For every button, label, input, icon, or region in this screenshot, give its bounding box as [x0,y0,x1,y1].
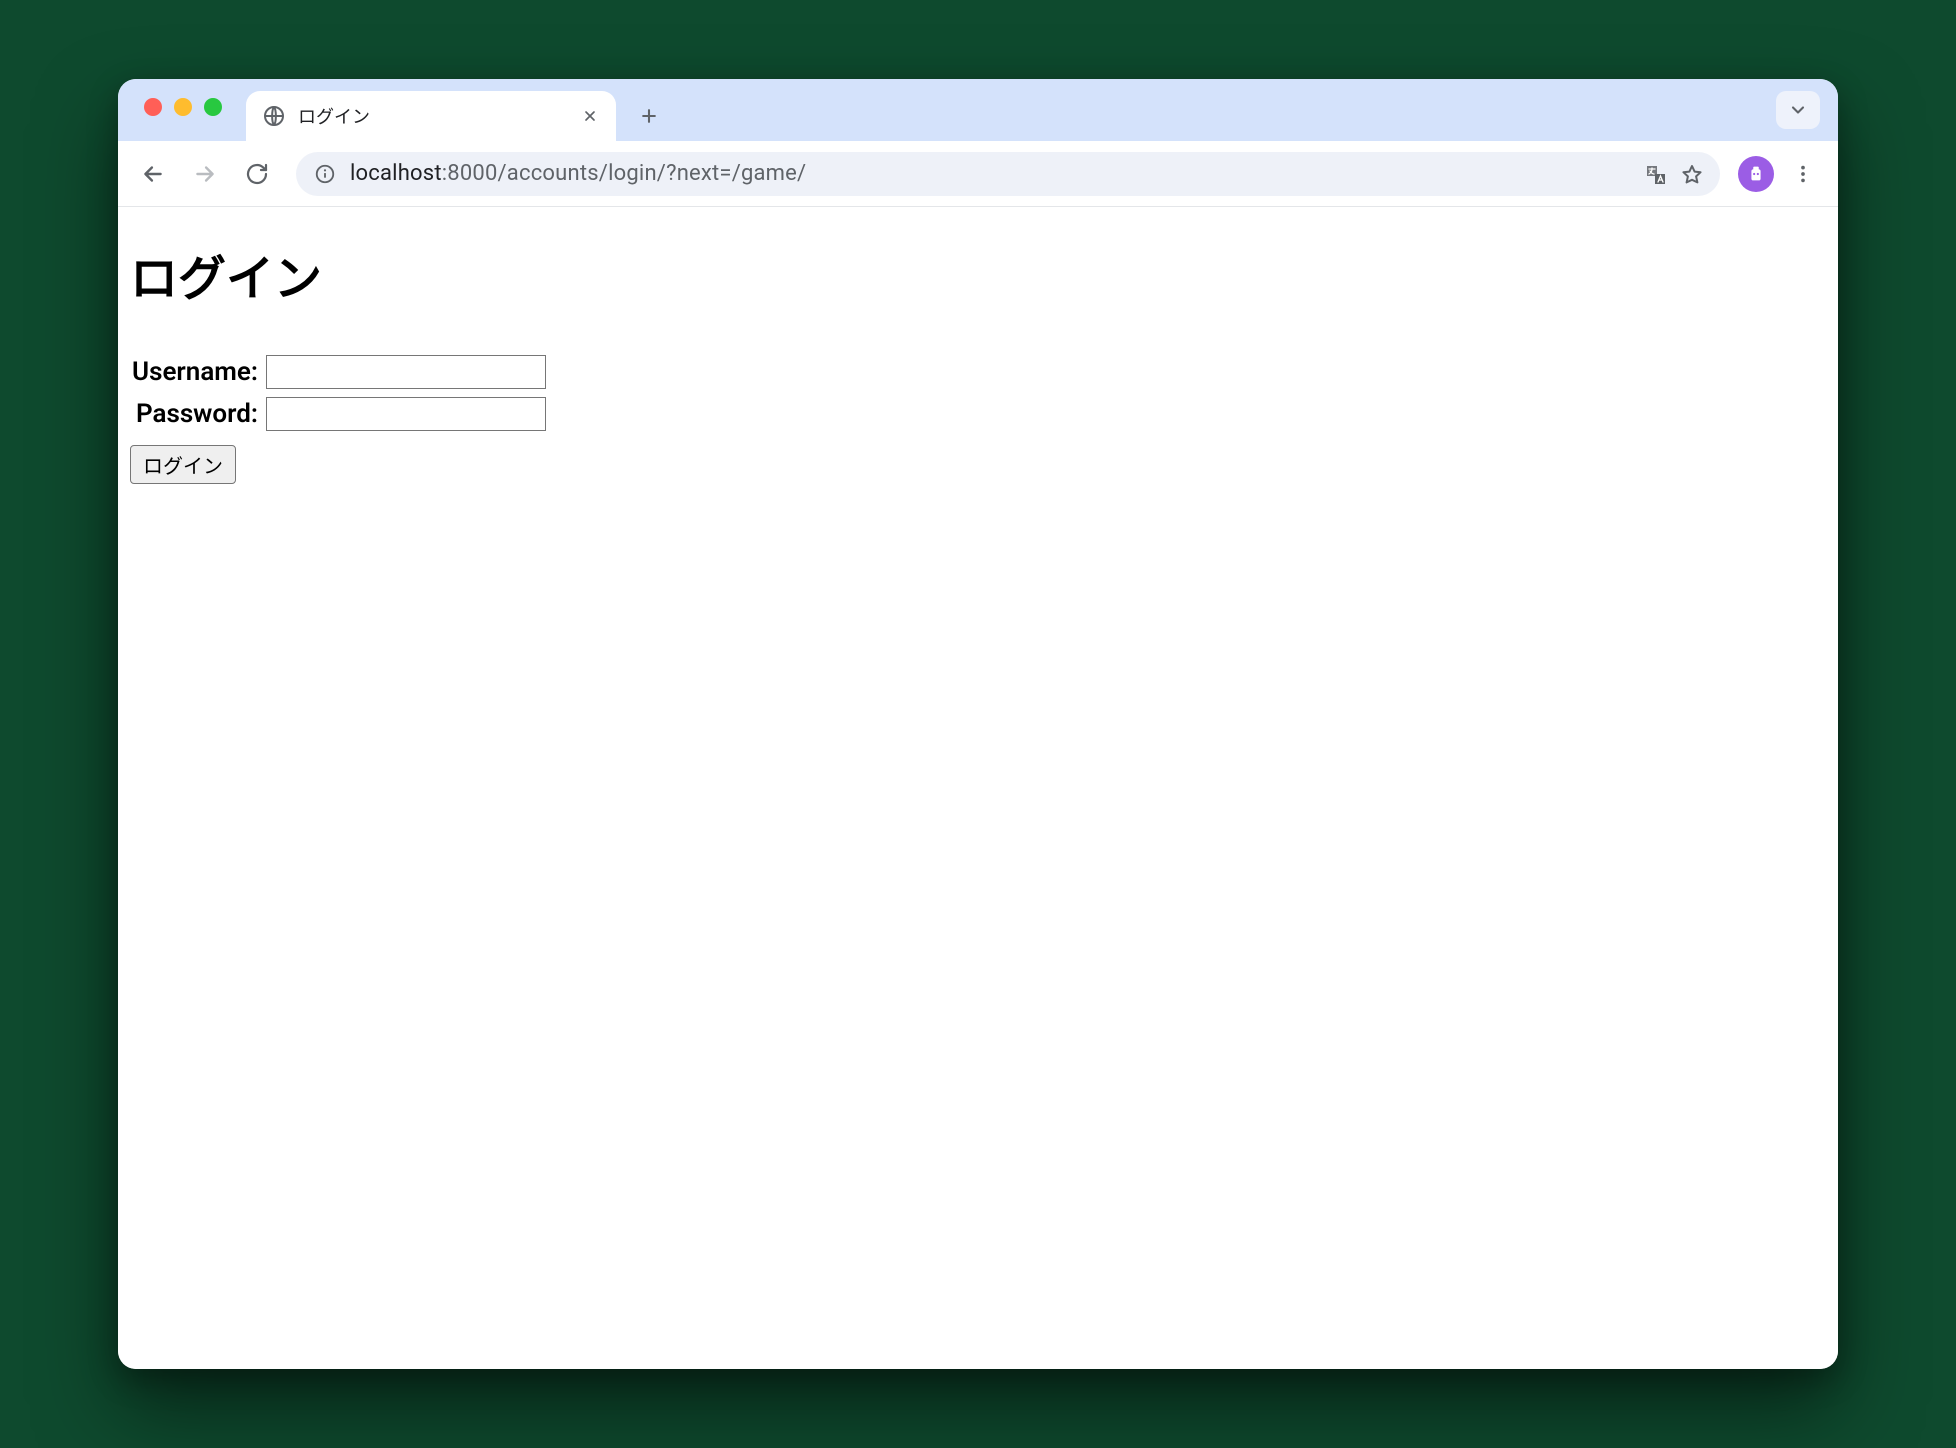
reload-button[interactable] [236,153,278,195]
window-controls [132,98,246,116]
info-icon[interactable] [314,163,336,185]
url-host: localhost [350,161,442,186]
address-bar[interactable]: localhost:8000/accounts/login/?next=/gam… [296,152,1720,196]
login-form: Username: Password: ログイン [130,351,1826,484]
kebab-menu-button[interactable] [1782,153,1824,195]
url-path: :8000/accounts/login/?next=/game/ [442,161,807,186]
forward-button[interactable] [184,153,226,195]
maximize-window-button[interactable] [204,98,222,116]
browser-window: ログイン [118,79,1838,1369]
browser-tab[interactable]: ログイン [246,91,616,141]
username-label: Username: [132,357,262,387]
profile-avatar[interactable] [1738,156,1774,192]
password-label: Password: [136,399,262,429]
star-icon[interactable] [1680,163,1702,185]
url-text: localhost:8000/accounts/login/?next=/gam… [350,161,1630,186]
page-title: ログイン [130,239,1826,309]
toolbar: localhost:8000/accounts/login/?next=/gam… [118,141,1838,207]
new-tab-button[interactable] [630,97,668,135]
globe-icon [262,104,286,128]
window-dropdown-button[interactable] [1776,91,1820,129]
minimize-window-button[interactable] [174,98,192,116]
password-input[interactable] [266,397,546,431]
close-tab-button[interactable] [580,106,600,126]
back-button[interactable] [132,153,174,195]
close-window-button[interactable] [144,98,162,116]
page-content: ログイン Username: Password: [118,207,1838,1369]
toolbar-right [1738,153,1824,195]
login-submit-button[interactable]: ログイン [130,445,236,484]
username-input[interactable] [266,355,546,389]
tab-title: ログイン [298,103,568,129]
tab-strip: ログイン [118,79,1838,141]
translate-icon[interactable] [1644,163,1666,185]
